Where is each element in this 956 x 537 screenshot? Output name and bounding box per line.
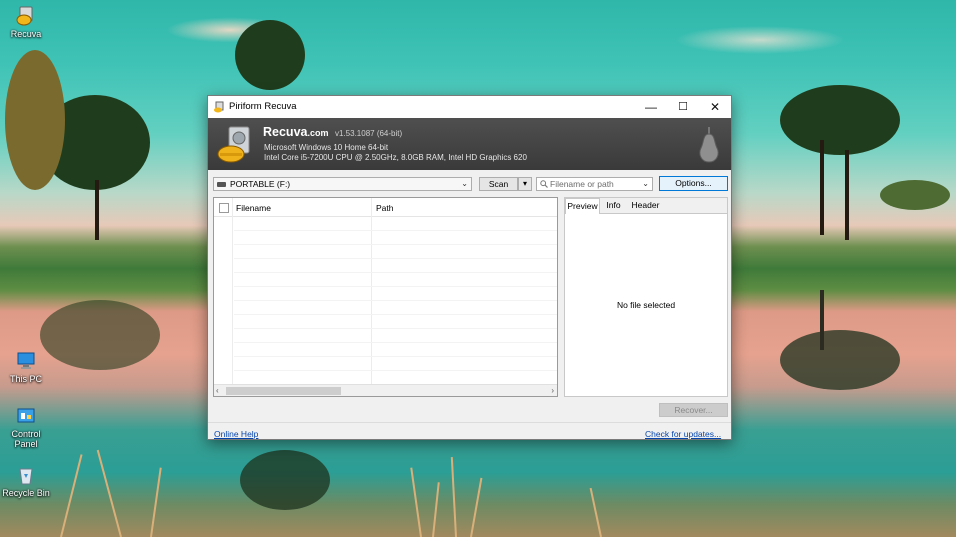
- scrollbar-thumb[interactable]: [226, 387, 341, 395]
- hardware-info: Intel Core i5-7200U CPU @ 2.50GHz, 8.0GB…: [264, 153, 527, 162]
- close-button[interactable]: ✕: [699, 96, 731, 118]
- desktop-icon-label: Recycle Bin: [2, 488, 50, 498]
- empty-row: [234, 314, 557, 315]
- brand-text: Recuva: [263, 125, 308, 139]
- desktop-icon-label: This PC: [9, 374, 42, 384]
- empty-row: [234, 370, 557, 371]
- file-list[interactable]: Filename Path ‹ ›: [213, 197, 558, 397]
- chevron-down-icon: ⌄: [642, 179, 649, 188]
- os-info: Microsoft Windows 10 Home 64-bit: [264, 143, 389, 152]
- check-updates-link[interactable]: Check for updates...: [645, 429, 721, 439]
- chevron-down-icon: ⌄: [461, 179, 468, 188]
- column-header-filename[interactable]: Filename: [236, 203, 271, 213]
- brand-name: Recuva.com: [263, 125, 329, 139]
- window-title: Piriform Recuva: [229, 101, 297, 112]
- select-all-checkbox[interactable]: [219, 203, 229, 213]
- empty-row: [234, 244, 557, 245]
- drive-select[interactable]: PORTABLE (F:) ⌄: [213, 177, 472, 191]
- recuva-window: Piriform Recuva — ☐ ✕ Recuva.com v1.53.1…: [207, 95, 732, 440]
- brand-suffix: .com: [307, 128, 329, 138]
- column-header-path[interactable]: Path: [376, 203, 394, 213]
- scan-button[interactable]: Scan: [479, 177, 518, 191]
- drive-icon: [217, 182, 226, 187]
- app-banner: Recuva.com v1.53.1087 (64-bit) Microsoft…: [208, 118, 731, 170]
- recuva-title-icon: [213, 101, 225, 113]
- search-input[interactable]: Filename or path ⌄: [536, 177, 653, 191]
- desktop-icon-label: Control Panel: [11, 429, 41, 449]
- recuva-app-icon: [15, 5, 37, 27]
- empty-row: [234, 342, 557, 343]
- empty-row: [234, 258, 557, 259]
- control-panel-icon: [15, 405, 37, 427]
- recycle-bin-icon: [15, 464, 37, 486]
- online-help-link[interactable]: Online Help: [214, 429, 258, 439]
- horizontal-scrollbar[interactable]: ‹ ›: [214, 384, 557, 396]
- scroll-left-icon[interactable]: ‹: [216, 386, 219, 395]
- scan-options-dropdown[interactable]: ▾: [518, 177, 532, 191]
- list-header: Filename Path: [214, 198, 557, 217]
- empty-row: [234, 300, 557, 301]
- scroll-right-icon[interactable]: ›: [551, 386, 554, 395]
- desktop-icon-recuva[interactable]: Recuva: [0, 5, 52, 39]
- tab-preview[interactable]: Preview: [565, 198, 600, 214]
- dropdown-arrow-icon: ▾: [522, 179, 527, 188]
- minimize-button[interactable]: —: [635, 96, 667, 118]
- recuva-logo-icon: [217, 124, 255, 164]
- empty-state-message: No file selected: [616, 300, 676, 310]
- tab-info[interactable]: Info: [600, 198, 627, 212]
- piriform-pear-icon: [696, 126, 722, 164]
- empty-row: [234, 328, 557, 329]
- drive-select-value: PORTABLE (F:): [230, 179, 291, 189]
- maximize-button[interactable]: ☐: [667, 96, 699, 118]
- column-divider: [232, 198, 233, 384]
- empty-row: [234, 272, 557, 273]
- desktop-icon-control-panel[interactable]: Control Panel: [0, 405, 52, 449]
- desktop-icon-recycle-bin[interactable]: Recycle Bin: [0, 464, 52, 498]
- desktop-icon-this-pc[interactable]: This PC: [0, 350, 52, 384]
- preview-tabs: Preview Info Header: [565, 198, 727, 214]
- title-bar[interactable]: Piriform Recuva — ☐ ✕: [208, 96, 731, 118]
- desktop-icon-label: Recuva: [10, 29, 42, 39]
- empty-row: [234, 230, 557, 231]
- empty-row: [234, 286, 557, 287]
- options-button[interactable]: Options...: [659, 176, 728, 191]
- search-icon: [540, 180, 548, 188]
- tab-header[interactable]: Header: [627, 198, 664, 212]
- computer-icon: [15, 350, 37, 372]
- recover-button[interactable]: Recover...: [659, 403, 728, 417]
- status-bar: Online Help Check for updates...: [208, 422, 731, 440]
- version-text: v1.53.1087 (64-bit): [335, 129, 403, 138]
- preview-pane: Preview Info Header No file selected: [564, 197, 728, 397]
- empty-row: [234, 356, 557, 357]
- search-placeholder: Filename or path: [550, 179, 614, 189]
